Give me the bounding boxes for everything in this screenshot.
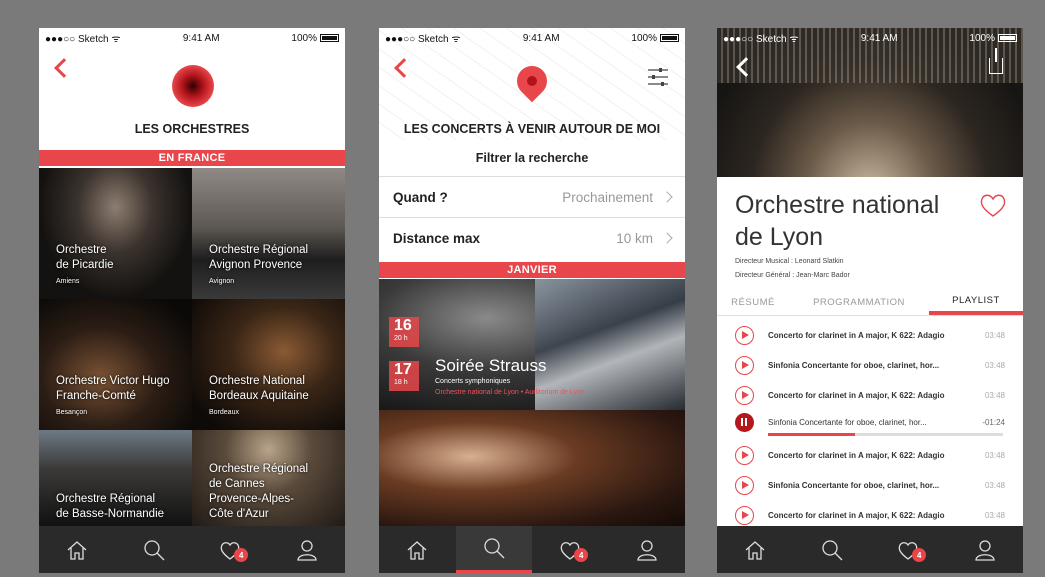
tab-playlist[interactable]: PLAYLIST: [929, 290, 1023, 315]
tab-search[interactable]: [455, 526, 532, 573]
tab-favorites[interactable]: 4: [532, 526, 609, 573]
tab-favorites[interactable]: 4: [192, 526, 269, 573]
orchestra-card[interactable]: Orchestre National Bordeaux Aquitaine Bord…: [192, 299, 345, 430]
section-header: EN FRANCE: [39, 150, 345, 166]
orchestra-city: Amiens: [56, 278, 80, 285]
share-icon[interactable]: [989, 48, 1003, 74]
favorite-heart-icon[interactable]: [979, 192, 1007, 218]
orchestra-detail-screen: ●●●○○ Sketch ᯤ 9:41 AM 100% Orchestre na…: [717, 28, 1023, 573]
tab-home[interactable]: [39, 526, 116, 573]
orchestra-card[interactable]: Orchestre Régional Avignon Provence Avigno…: [192, 168, 345, 299]
signal-indicator: ●●●○○ Sketch ᯤ: [385, 34, 461, 45]
orchestra-city: Avignon: [209, 278, 235, 285]
detail-tabs: RÉSUMÉ PROGRAMMATION PLAYLIST: [717, 290, 1023, 316]
orchestra-grid: Orchestre de Picardie Amiens Orchestre Rég…: [39, 168, 345, 526]
play-icon[interactable]: [735, 325, 754, 345]
search-icon: [144, 539, 165, 560]
battery-percent: 100%: [969, 32, 995, 44]
play-icon[interactable]: [735, 505, 754, 525]
home-icon: [67, 540, 87, 560]
clock: 9:41 AM: [860, 32, 898, 44]
playback-progress[interactable]: [768, 433, 1003, 436]
concerts-screen: ●●●○○ Sketch ᯤ 9:41 AM 100% LES CONCERTS…: [379, 28, 685, 573]
orchestra-title: Orchestre national de Lyon: [735, 191, 940, 251]
concert-card-image[interactable]: [379, 410, 685, 526]
distance-filter-row[interactable]: Distance max 10 km: [379, 217, 685, 258]
play-icon[interactable]: [735, 355, 754, 375]
orchestra-card[interactable]: Orchestre Régional de Basse-Normandie: [39, 430, 192, 526]
battery-icon: [660, 34, 679, 42]
date-badge: 16 20 h: [389, 317, 419, 347]
concert-card[interactable]: 16 20 h 17 18 h Soirée Strauss Concerts sy…: [379, 279, 685, 410]
play-icon[interactable]: [735, 385, 754, 405]
tab-home[interactable]: [717, 526, 794, 573]
page-title: LES ORCHESTRES: [134, 122, 250, 136]
status-bar: ●●●○○ Sketch ᯤ 9:41 AM 100%: [39, 28, 345, 48]
when-filter-row[interactable]: Quand ? Prochainement: [379, 176, 685, 217]
search-icon: [822, 539, 843, 560]
tab-bar: 4: [717, 526, 1023, 573]
track-row[interactable]: Concerto for clarinet in A major, K 622:…: [717, 380, 1023, 410]
chevron-right-icon: [661, 191, 673, 203]
orchestra-city: Besançon: [56, 409, 88, 416]
tab-bar: 4: [39, 526, 345, 573]
status-bar: ●●●○○ Sketch ᯤ 9:41 AM 100%: [717, 28, 1023, 48]
play-icon[interactable]: [735, 445, 754, 465]
tab-search[interactable]: [794, 526, 871, 573]
tab-profile[interactable]: [947, 526, 1024, 573]
profile-icon: [975, 539, 995, 561]
page-title: LES CONCERTS À VENIR AUTOUR DE MOI: [403, 122, 661, 136]
orchestra-card[interactable]: Orchestre Régional de Cannes Provence-Alpe…: [192, 430, 345, 526]
music-director: Directeur Musical : Leonard Slatkin: [735, 258, 844, 265]
tab-resume[interactable]: RÉSUMÉ: [717, 290, 789, 315]
track-row[interactable]: Sinfonia Concertante for oboe, clarinet,…: [717, 470, 1023, 500]
filter-sliders-icon[interactable]: [647, 66, 669, 88]
status-bar: ●●●○○ Sketch ᯤ 9:41 AM 100%: [379, 28, 685, 48]
notification-badge: 4: [234, 548, 249, 562]
chevron-right-icon: [661, 232, 673, 244]
battery-percent: 100%: [291, 32, 317, 44]
notification-badge: 4: [912, 548, 927, 562]
battery-icon: [320, 34, 339, 42]
back-arrow-icon[interactable]: [54, 58, 74, 78]
app-logo: [172, 65, 214, 107]
battery-icon: [998, 34, 1017, 42]
notification-badge: 4: [574, 548, 589, 562]
orchestra-city: Bordeaux: [209, 409, 239, 416]
track-row[interactable]: Concerto for clarinet in A major, K 622:…: [717, 320, 1023, 350]
tab-search[interactable]: [116, 526, 193, 573]
month-header: JANVIER: [379, 262, 685, 278]
pause-icon[interactable]: [735, 412, 754, 432]
orchestras-screen: ●●●○○ Sketch ᯤ 9:41 AM 100% LES ORCHESTR…: [39, 28, 345, 573]
concert-type: Concerts symphoniques: [435, 378, 511, 385]
tab-bar: 4: [379, 526, 685, 573]
battery-percent: 100%: [631, 32, 657, 44]
general-director: Directeur Général : Jean-Marc Bador: [735, 272, 850, 279]
track-row[interactable]: Sinfonia Concertante for oboe, clarinet,…: [717, 350, 1023, 380]
signal-indicator: ●●●○○ Sketch ᯤ: [723, 34, 799, 45]
profile-icon: [297, 539, 317, 561]
tab-programmation[interactable]: PROGRAMMATION: [789, 290, 929, 315]
search-icon: [484, 538, 505, 559]
orchestra-card[interactable]: Orchestre de Picardie Amiens: [39, 168, 192, 299]
filter-heading: Filtrer la recherche: [475, 151, 589, 165]
home-icon: [745, 540, 765, 560]
play-icon[interactable]: [735, 475, 754, 495]
clock: 9:41 AM: [182, 32, 220, 44]
orchestra-card[interactable]: Orchestre Victor Hugo Franche-Comté Besanç…: [39, 299, 192, 430]
concert-location: Orchestre national de Lyon • Auditorium …: [435, 389, 585, 396]
concert-title: Soirée Strauss: [435, 356, 547, 375]
date-badge: 17 18 h: [389, 361, 419, 391]
track-row[interactable]: Concerto for clarinet in A major, K 622:…: [717, 440, 1023, 470]
tab-home[interactable]: [379, 526, 456, 573]
auditorium-image: [717, 28, 1023, 177]
clock: 9:41 AM: [522, 32, 560, 44]
tab-profile[interactable]: [609, 526, 686, 573]
tab-profile[interactable]: [269, 526, 346, 573]
profile-icon: [637, 539, 657, 561]
tab-favorites[interactable]: 4: [870, 526, 947, 573]
progress-fill: [768, 433, 855, 436]
signal-indicator: ●●●○○ Sketch ᯤ: [45, 34, 121, 45]
home-icon: [407, 540, 427, 560]
